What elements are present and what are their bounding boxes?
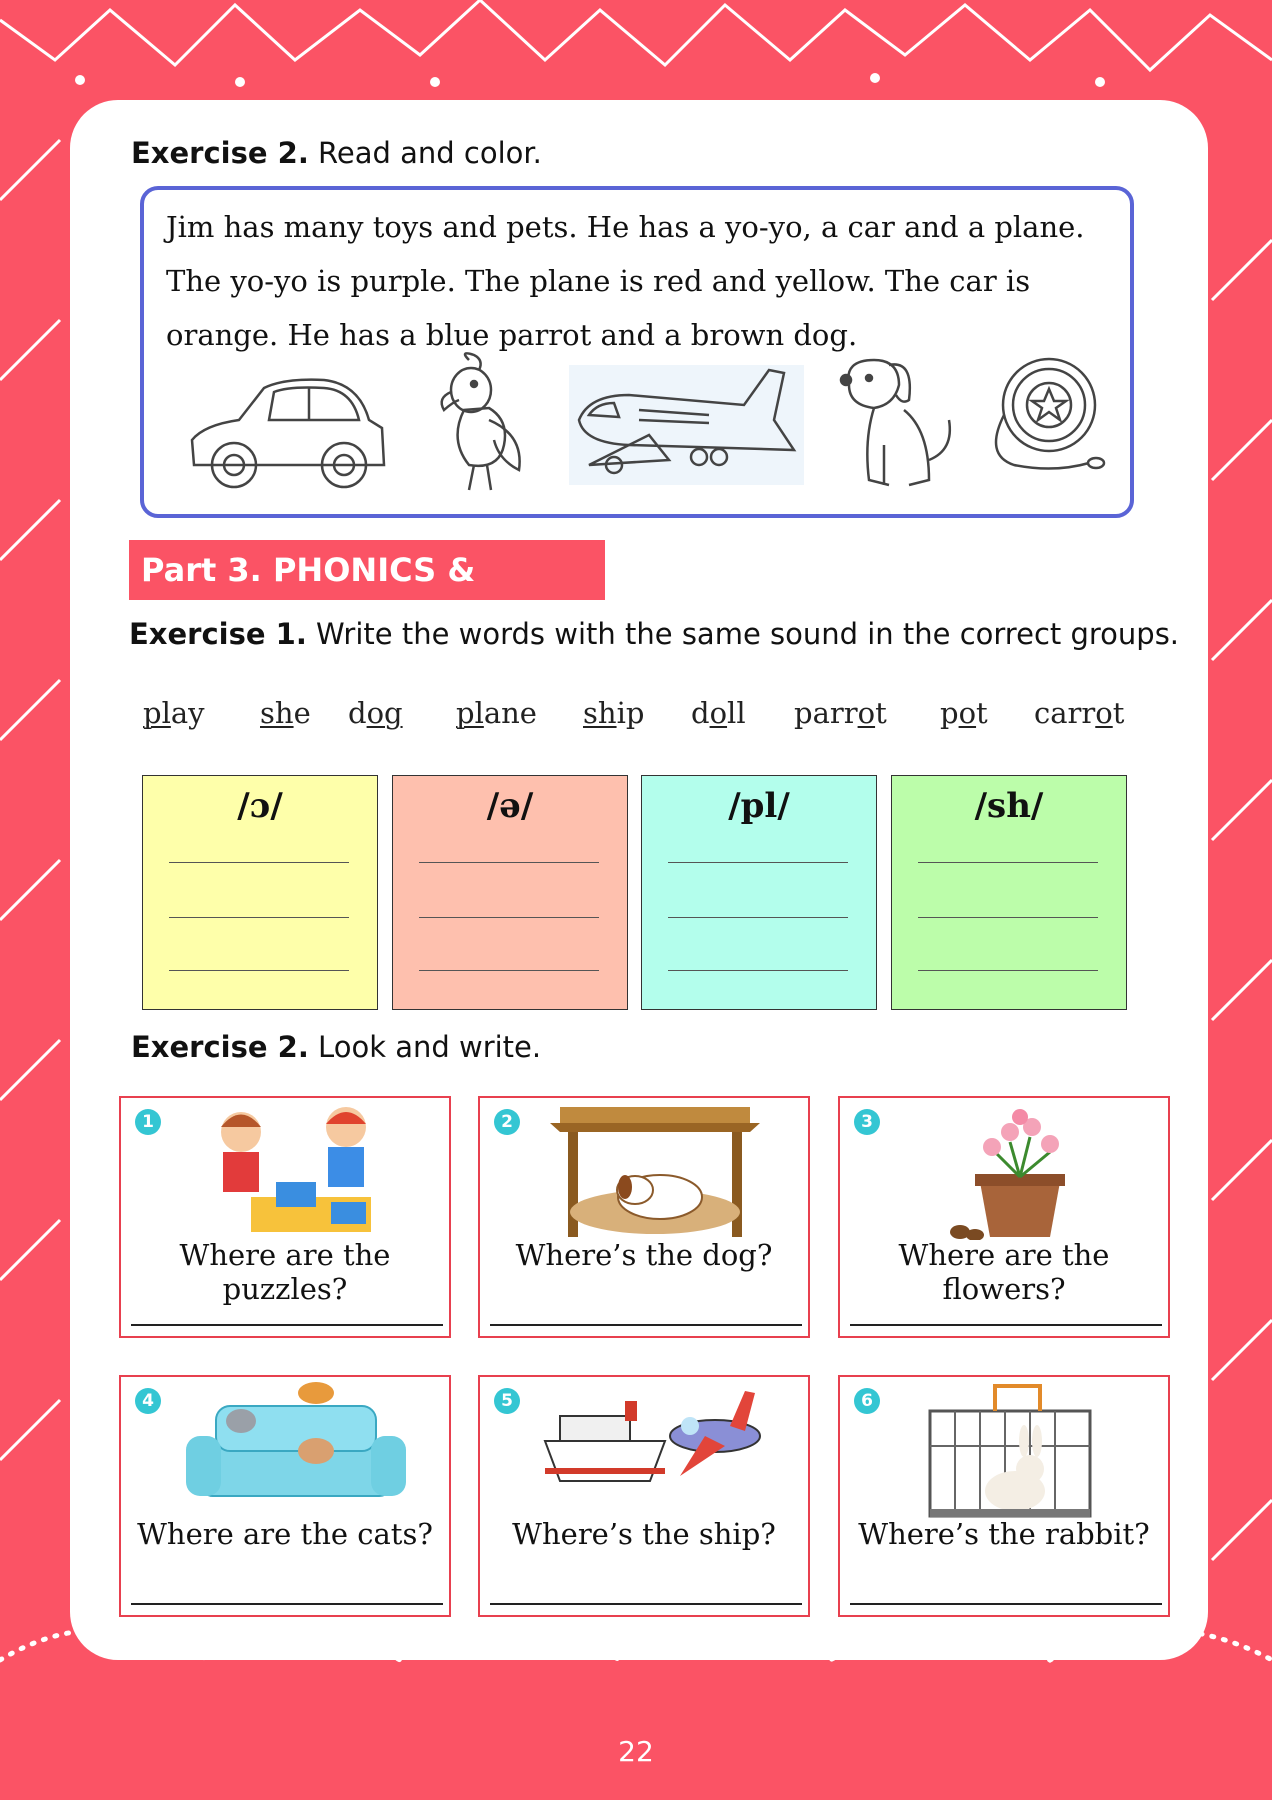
writing-line[interactable] <box>169 862 349 863</box>
writing-line[interactable] <box>668 862 848 863</box>
question-number-badge: 5 <box>494 1388 520 1414</box>
parrot-picture <box>440 352 521 491</box>
yoyo-picture <box>994 357 1106 470</box>
exercise1-title: Exercise 1. Write the words with the sam… <box>129 617 1180 651</box>
writing-line[interactable] <box>419 917 599 918</box>
writing-line[interactable] <box>918 970 1098 971</box>
question-text: Where are the cats? <box>137 1517 433 1551</box>
writing-line[interactable] <box>419 862 599 863</box>
answer-line[interactable] <box>490 1324 802 1326</box>
question-card: 6 Where’s the rabbit? <box>838 1375 1170 1617</box>
reading-exercise-title: Exercise 2. Read and color. <box>131 136 542 170</box>
word-bank-item: ship <box>583 696 645 730</box>
answer-line[interactable] <box>850 1603 1162 1605</box>
question-text: Where’s the ship? <box>512 1517 776 1551</box>
ship-and-plane-picture <box>543 1391 761 1482</box>
sound-group-box: /pl/ <box>641 775 877 1010</box>
exercise2-title: Exercise 2. Look and write. <box>131 1030 542 1064</box>
flowers-in-pot-picture <box>950 1109 1065 1240</box>
question-number-badge: 2 <box>494 1109 520 1135</box>
writing-line[interactable] <box>918 917 1098 918</box>
sound-group-box: /ɔ/ <box>142 775 378 1010</box>
rabbit-in-cage-picture <box>928 1384 1092 1518</box>
question-text: Where’s the rabbit? <box>858 1517 1150 1551</box>
sound-group-label: /ə/ <box>486 786 534 826</box>
question-text: Where’s the dog? <box>515 1238 773 1272</box>
question-card: 4 Where are the cats? <box>119 1375 451 1617</box>
question-number-badge: 3 <box>854 1109 880 1135</box>
question-text: Where are the puzzles? <box>179 1238 391 1306</box>
children-puzzles-picture <box>221 1107 371 1232</box>
dog-picture <box>839 358 952 487</box>
car-picture <box>190 378 386 489</box>
sound-group-label: /sh/ <box>974 786 1044 826</box>
word-bank-item: carrot <box>1034 696 1125 730</box>
question-number-badge: 6 <box>854 1388 880 1414</box>
page-number: 22 <box>618 1735 654 1768</box>
writing-line[interactable] <box>169 917 349 918</box>
writing-line[interactable] <box>668 970 848 971</box>
sound-group-label: /pl/ <box>728 786 790 826</box>
word-bank-item: she <box>260 696 311 730</box>
reading-text: Jim has many toys and pets. He has a yo-… <box>166 210 1085 352</box>
answer-line[interactable] <box>850 1324 1162 1326</box>
question-card: 3 Where are the flowers? <box>838 1096 1170 1338</box>
answer-line[interactable] <box>131 1324 443 1326</box>
word-bank-item: play <box>143 696 205 730</box>
cats-on-sofa-picture <box>186 1382 406 1497</box>
writing-line[interactable] <box>668 917 848 918</box>
sound-group-box: /sh/ <box>891 775 1127 1010</box>
question-card: 1 Where are the puzzles? <box>119 1096 451 1338</box>
question-number-badge: 1 <box>135 1109 161 1135</box>
part3-banner: Part 3. PHONICS & WRITING <box>129 540 605 649</box>
dog-under-table-picture <box>550 1107 760 1237</box>
reading-box: Jim has many toys and pets. He has a yo-… <box>140 186 1134 518</box>
answer-line[interactable] <box>490 1603 802 1605</box>
question-text: Where are the flowers? <box>898 1238 1110 1306</box>
question-card: 5 Where’s the ship? <box>478 1375 810 1617</box>
word-bank-item: pot <box>940 696 988 730</box>
writing-line[interactable] <box>419 970 599 971</box>
answer-line[interactable] <box>131 1603 443 1605</box>
sound-group-box: /ə/ <box>392 775 628 1010</box>
question-card: 2 Where’s the dog? <box>478 1096 810 1338</box>
writing-line[interactable] <box>918 862 1098 863</box>
word-bank-item: plane <box>456 696 537 730</box>
plane-picture <box>569 365 804 485</box>
question-number-badge: 4 <box>135 1388 161 1414</box>
writing-line[interactable] <box>169 970 349 971</box>
word-bank-item: parrot <box>794 696 887 730</box>
word-bank-item: doll <box>691 696 746 730</box>
sound-group-label: /ɔ/ <box>237 786 283 826</box>
word-bank-item: dog <box>348 696 403 730</box>
